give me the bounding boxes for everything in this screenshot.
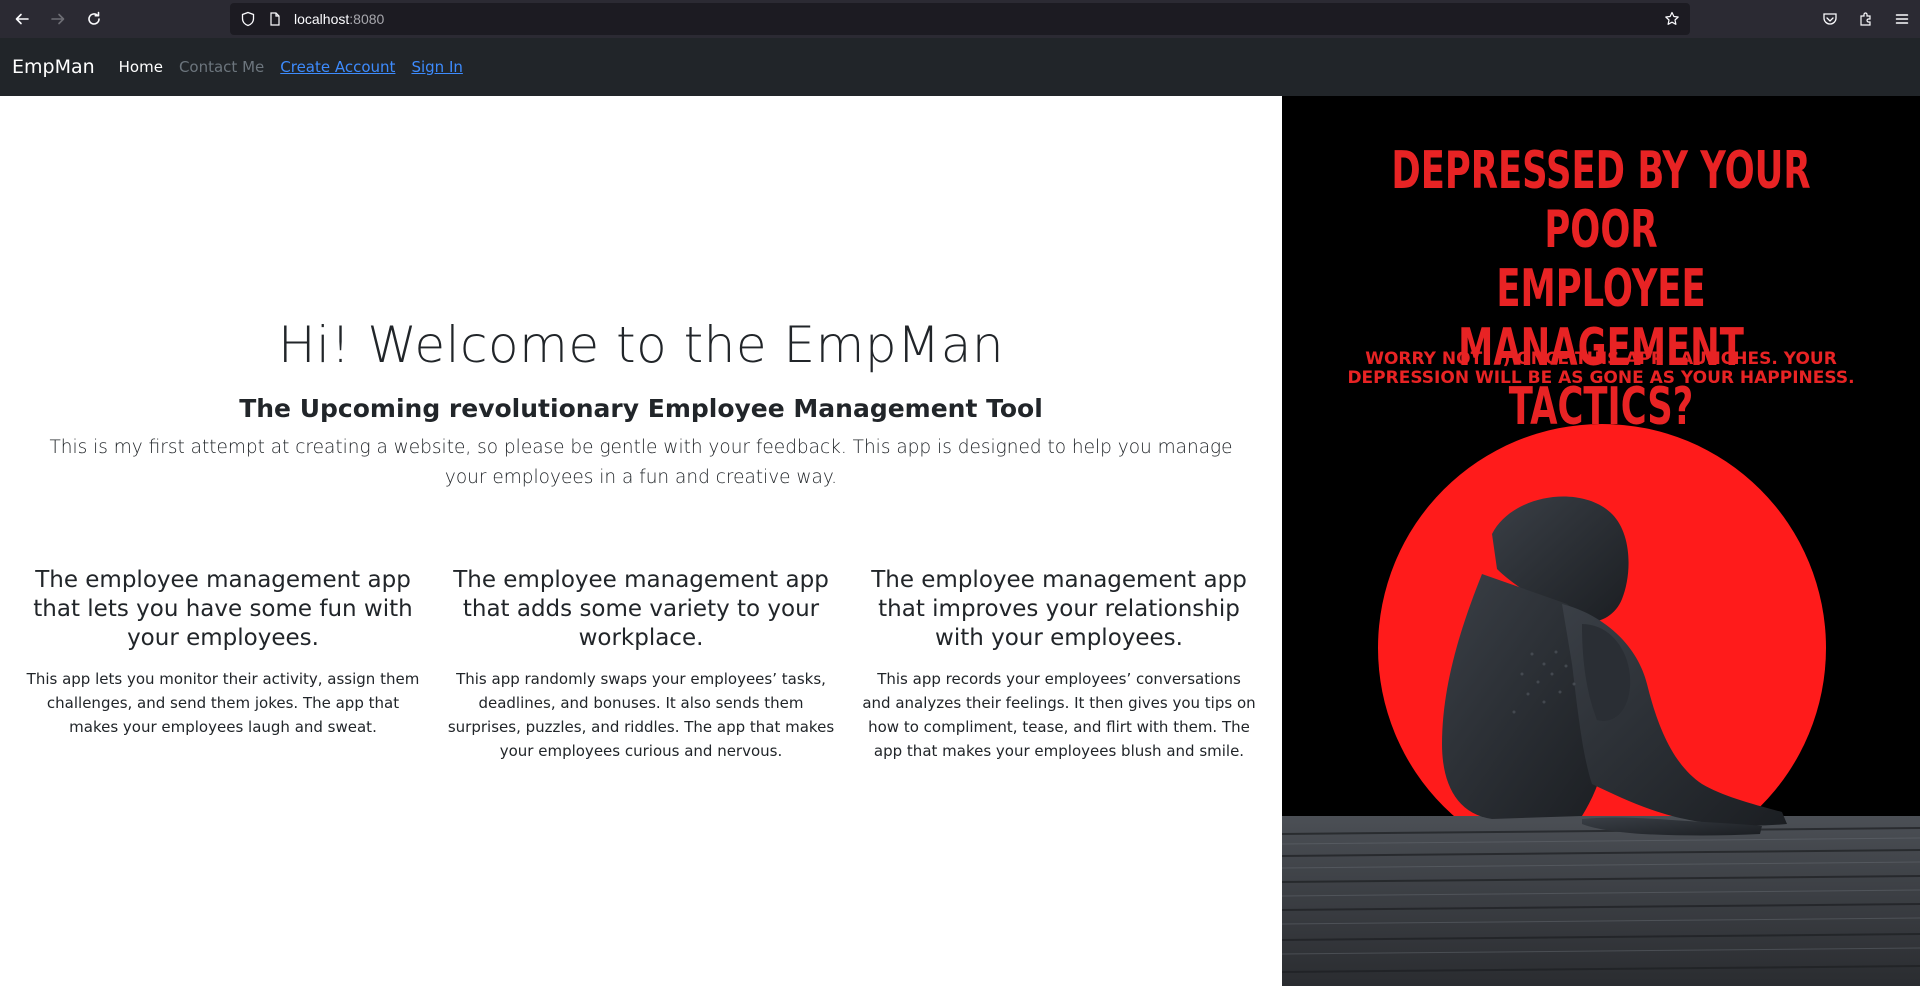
hero-lead: This is my first attempt at creating a w… (49, 437, 1233, 488)
nav-link-home[interactable]: Home (119, 58, 163, 76)
feature-card: The employee management app that lets yo… (14, 566, 432, 763)
nav-link-contact[interactable]: Contact Me (179, 58, 264, 76)
promo-poster: DEPRESSED BY YOUR POOR EMPLOYEE MANAGEME… (1282, 96, 1920, 986)
bookmark-star-icon[interactable] (1664, 11, 1680, 27)
sad-person-illustration (1282, 424, 1920, 986)
feature-text: This app randomly swaps your employees’ … (447, 670, 835, 760)
back-button[interactable] (4, 0, 40, 38)
hero-title: Hi! Welcome to the EmpMan (277, 316, 1005, 374)
poster-subline: WORRY NOT! :) ONCE THIS APP LAUNCHES. YO… (1347, 349, 1855, 388)
url-host: localhost (294, 11, 350, 27)
feature-title: The employee management app that adds so… (453, 567, 829, 651)
nav-link-sign-in[interactable]: Sign In (411, 58, 462, 76)
feature-title: The employee management app that improve… (871, 567, 1247, 651)
reload-icon (88, 11, 100, 25)
hamburger-icon (1895, 14, 1909, 24)
site-navbar: EmpMan Home Contact Me Create Account Si… (0, 38, 1920, 96)
toolbar-right (1812, 0, 1920, 38)
url-text[interactable]: localhost:8080 (294, 11, 384, 27)
forward-button[interactable] (40, 0, 76, 38)
poster-headline-line: DEPRESSED BY YOUR POOR (1391, 141, 1811, 260)
feature-title: The employee management app that lets yo… (33, 567, 413, 651)
brand-logo[interactable]: EmpMan (12, 56, 95, 78)
arrow-left-icon (15, 13, 29, 25)
feature-text: This app lets you monitor their activity… (26, 670, 420, 736)
pocket-icon (1823, 13, 1837, 25)
feature-text: This app records your employees’ convers… (862, 670, 1256, 760)
features-row: The employee management app that lets yo… (14, 566, 1268, 763)
pocket-button[interactable] (1812, 0, 1848, 38)
hero-section: Hi! Welcome to the EmpMan The Upcoming r… (0, 316, 1282, 493)
arrow-right-icon (51, 13, 65, 25)
hero-subtitle: The Upcoming revolutionary Employee Mana… (239, 394, 1043, 423)
reload-button[interactable] (76, 0, 112, 38)
feature-card: The employee management app that adds so… (432, 566, 850, 763)
page-icon[interactable] (268, 12, 282, 26)
main-content: Hi! Welcome to the EmpMan The Upcoming r… (0, 96, 1282, 986)
app-menu-button[interactable] (1884, 0, 1920, 38)
url-port: :8080 (349, 11, 385, 27)
browser-toolbar: localhost:8080 (0, 0, 1920, 38)
address-bar[interactable]: localhost:8080 (230, 3, 1690, 35)
poster-headline: DEPRESSED BY YOUR POOR EMPLOYEE MANAGEME… (1384, 142, 1818, 437)
feature-card: The employee management app that improve… (850, 566, 1268, 763)
puzzle-icon (1860, 12, 1871, 26)
extensions-button[interactable] (1848, 0, 1884, 38)
shield-icon[interactable] (240, 11, 256, 27)
nav-link-create-account[interactable]: Create Account (280, 58, 395, 76)
